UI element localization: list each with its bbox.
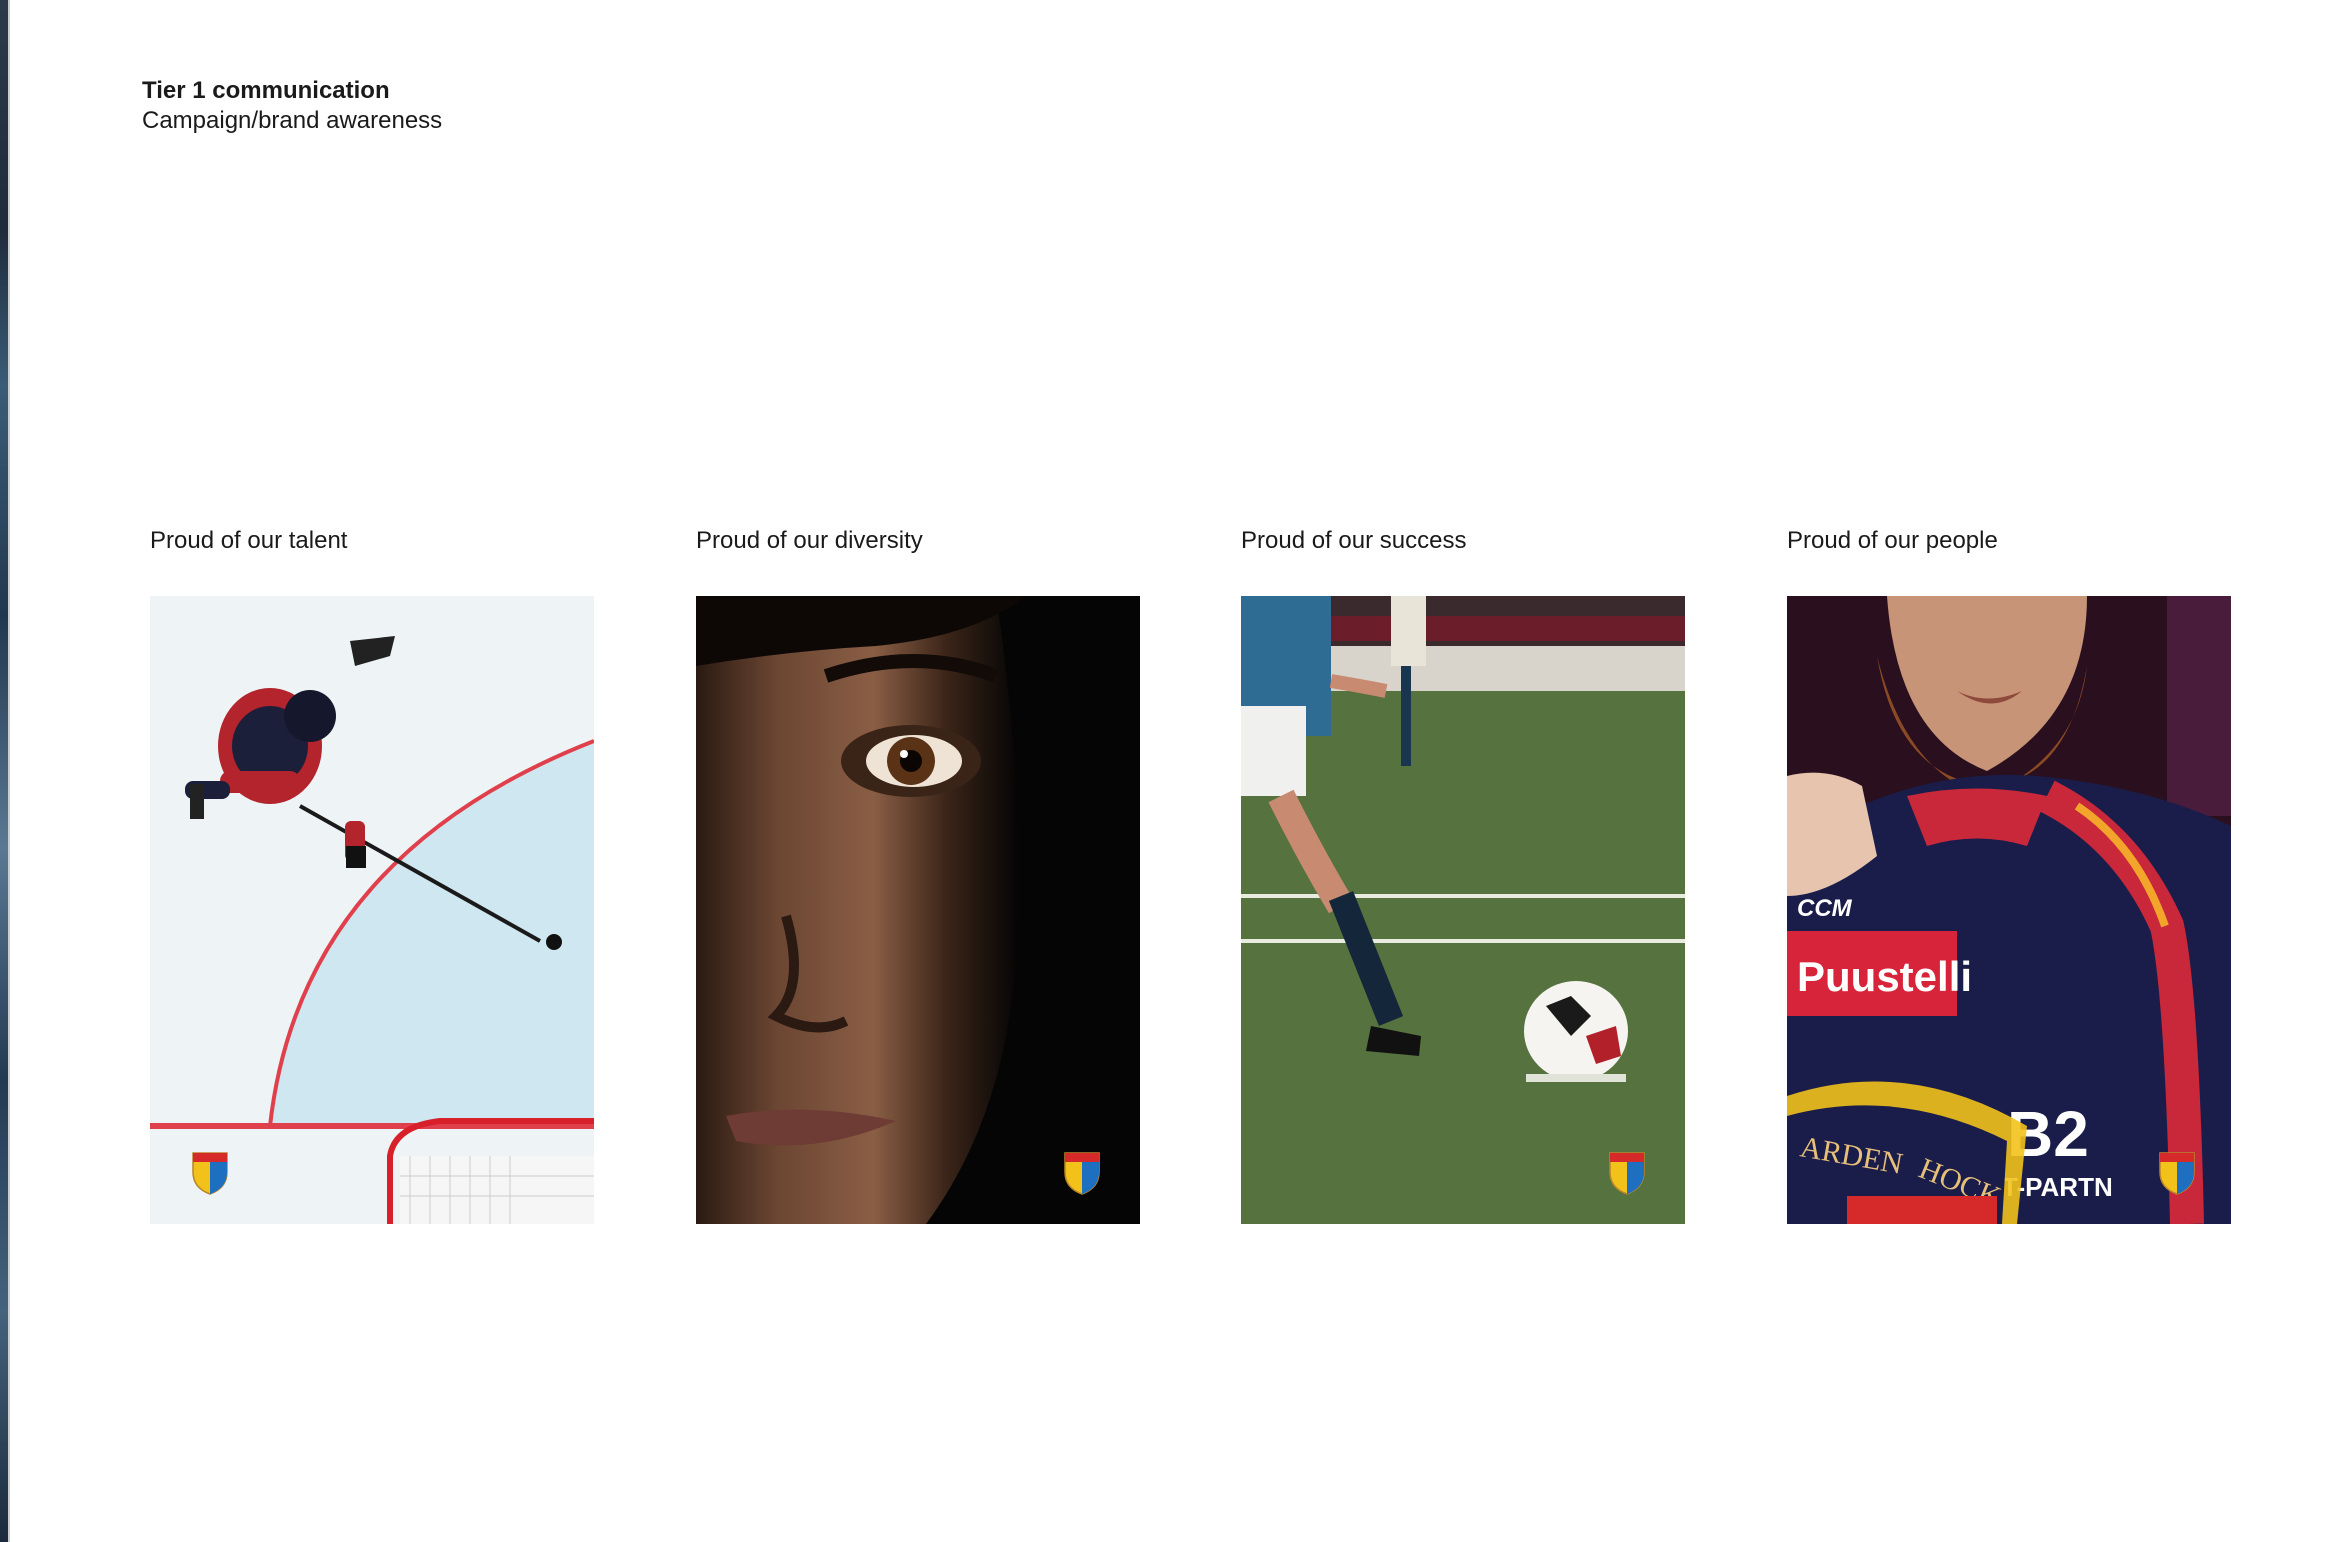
campaign-card-success: Proud of our success	[1241, 524, 1685, 1224]
card-caption: Proud of our diversity	[696, 527, 923, 554]
card-caption: Proud of our talent	[150, 527, 348, 554]
card-caption: Proud of our people	[1787, 527, 1998, 554]
hockey-jersey-photo: Puustelli CCM B2 T-PARTN ARDEN HOCK	[1787, 596, 2231, 1224]
club-crest-icon	[1062, 1150, 1102, 1196]
jersey-sponsor-text: Puustelli	[1797, 953, 1972, 1000]
ice-hockey-player-photo	[150, 596, 594, 1224]
campaign-card-diversity: Proud of our diversity	[696, 524, 1140, 1224]
club-crest-icon	[190, 1150, 230, 1196]
club-crest-icon	[2157, 1150, 2197, 1196]
campaign-card-people: Proud of our people Puustelli CCM B2 T-P…	[1787, 524, 2231, 1224]
face-closeup-photo	[696, 596, 1140, 1224]
card-caption: Proud of our success	[1241, 527, 1467, 554]
page-subtitle: Campaign/brand awareness	[142, 107, 443, 134]
window-edge	[0, 0, 10, 1542]
club-crest-icon	[1607, 1150, 1647, 1196]
jersey-brand-text: CCM	[1797, 895, 1853, 922]
campaign-card-talent: Proud of our talent	[150, 524, 594, 1224]
football-player-photo	[1241, 596, 1685, 1224]
page-header: Tier 1 communication Campaign/brand awar…	[142, 76, 442, 136]
page-title: Tier 1 communication	[142, 77, 390, 104]
